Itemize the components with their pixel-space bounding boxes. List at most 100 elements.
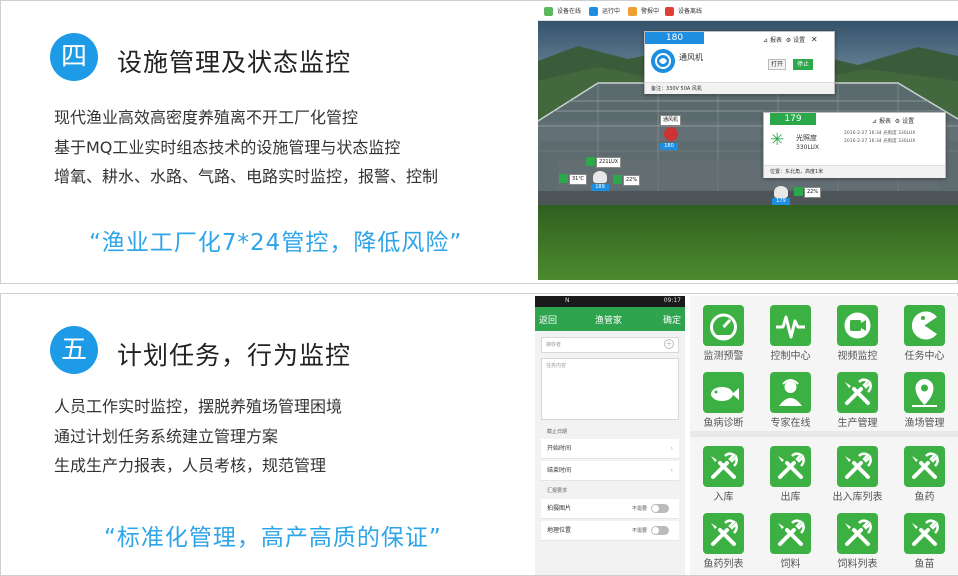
gear-icon[interactable]: ⚙ <box>895 118 900 125</box>
grid-tile[interactable]: 视频监控 <box>824 296 891 363</box>
tools-icon <box>837 372 878 413</box>
photo-toggle[interactable] <box>651 504 669 513</box>
grid-tile-label: 鱼病诊断 <box>703 418 744 429</box>
thermometer-icon <box>559 174 568 183</box>
sensor-chip: 179 <box>772 198 790 205</box>
water-drop-icon <box>613 175 622 184</box>
section-number-badge: 五 <box>50 326 98 374</box>
grid-tile[interactable]: 监测预警 <box>690 296 757 363</box>
section-title: 计划任务，行为监控 <box>117 341 352 370</box>
lux-icon <box>586 157 595 166</box>
grid-tile[interactable]: 控制中心 <box>757 296 824 363</box>
bullet-list: 现代渔业高效高密度养殖离不开工厂化管控 基于MQ工业实时组态技术的设施管理与状态… <box>54 103 438 192</box>
section-title: 设施管理及状态监控 <box>117 48 352 77</box>
humidity-tag[interactable]: 22% <box>623 175 641 186</box>
log-line: 2016-2-27 16:34 光照度 330LUX <box>844 139 916 144</box>
bullet-list: 人员工作实时监控，摆脱养殖场管理困境 通过计划任务系统建立管理方案 生成生产力报… <box>54 392 342 481</box>
content-textarea[interactable]: 任务内容 <box>541 358 679 420</box>
bullet-item: 增氧、耕水、水路、气路、电路实时监控，报警、控制 <box>54 167 439 186</box>
grid-tile-label: 生产管理 <box>837 418 878 429</box>
grid-tile[interactable]: 渔场管理 <box>891 363 958 430</box>
greenhouse-3d-view[interactable]: 设备在线 运行中 警报中 设备离线 180 通风机 ⊿ 报表 ⚙ 设置 ✕ 打开… <box>538 1 958 280</box>
section-label-date: 截止日期 <box>547 429 568 435</box>
grid-tile[interactable]: 鱼药 <box>891 437 958 504</box>
grid-tile-label: 出入库列表 <box>832 492 883 503</box>
receiver-input[interactable]: 接收者 + <box>541 337 679 353</box>
light-value: 330LUX <box>796 144 819 151</box>
fan-chip: 180 <box>660 143 678 150</box>
tools-icon <box>703 446 744 487</box>
report-link[interactable]: 报表 <box>879 118 891 125</box>
grid-tile[interactable]: 鱼药列表 <box>690 504 757 571</box>
report-link[interactable]: 报表 <box>770 37 782 44</box>
slogan: “标准化管理，高产高质的保证” <box>104 525 442 551</box>
grid-tile[interactable]: 生产管理 <box>824 363 891 430</box>
grid-tile[interactable]: 鱼病诊断 <box>690 363 757 430</box>
bullet-item: 现代渔业高效高密度养殖离不开工厂化管控 <box>54 108 359 127</box>
bullet-item: 人员工作实时监控，摆脱养殖场管理困境 <box>54 397 343 416</box>
fan-name: 通风机 <box>679 53 703 62</box>
function-grid: 监测预警 控制中心 视频监控 任务中心鱼病诊断 专家在线 生产管理 渔场管理入库 出库 出入库列… <box>690 296 958 575</box>
content-placeholder: 任务内容 <box>546 363 567 369</box>
grid-tile[interactable]: 饲料 <box>757 504 824 571</box>
open-button[interactable]: 打开 <box>768 59 786 70</box>
gear-icon[interactable]: ⚙ <box>786 37 791 44</box>
grid-tile[interactable]: 专家在线 <box>757 363 824 430</box>
status-bar: N 09:17 <box>535 296 685 307</box>
grid-tile[interactable]: 入库 <box>690 437 757 504</box>
settings-link[interactable]: 设置 <box>902 118 914 125</box>
light-name: 光照度 <box>796 134 817 142</box>
light-tools: ⊿ 报表 ⚙ 设置 <box>872 116 914 125</box>
fan-icon <box>651 49 675 73</box>
section-facility-monitoring: 四 设施管理及状态监控 现代渔业高效高密度养殖离不开工厂化管控 基于MQ工业实时… <box>0 0 958 284</box>
start-time-label: 开始时间 <box>547 445 572 452</box>
grid-tile-label: 入库 <box>713 492 734 503</box>
grid-tile[interactable]: 任务中心 <box>891 296 958 363</box>
settings-link[interactable]: 设置 <box>793 37 805 44</box>
photo-row[interactable]: 拍摄图片 不需要 <box>541 499 679 519</box>
legend-dot <box>628 7 637 16</box>
legend-dot <box>665 7 674 16</box>
chart-icon[interactable]: ⊿ <box>872 118 877 125</box>
temp-tag[interactable]: 31℃ <box>569 174 587 185</box>
end-time-row[interactable]: 结束时间 › <box>541 461 679 481</box>
video-camera-icon <box>837 305 878 346</box>
close-icon[interactable]: ✕ <box>811 35 818 44</box>
sensor-device-icon <box>774 186 788 198</box>
location-row[interactable]: 地理位置 不需要 <box>541 521 679 541</box>
phone-screen: N 09:17 返回 渔管家 确定 接收者 + 任务内容 截止日期 开始时间 ›… <box>535 296 685 575</box>
lux-tag[interactable]: 221LUX <box>596 157 622 168</box>
photo-toggle-label: 不需要 <box>631 506 647 512</box>
chart-icon[interactable]: ⊿ <box>763 37 768 44</box>
section-number-badge: 四 <box>50 33 98 81</box>
light-log: 2016-2-27 16:34 光照度 330LUX 2016-2-27 16:… <box>844 130 915 146</box>
fan-tag[interactable]: 通风机 <box>660 115 682 126</box>
bullet-item: 生成生产力报表，人员考核，规范管理 <box>54 456 327 475</box>
pulse-icon <box>770 305 811 346</box>
legend-online: 设备在线 <box>544 7 581 16</box>
section-label-requirements: 汇报要求 <box>547 488 568 494</box>
confirm-button[interactable]: 确定 <box>663 313 681 326</box>
back-button[interactable]: 返回 <box>539 313 557 326</box>
location-toggle[interactable] <box>651 526 669 535</box>
grid-tile-label: 任务中心 <box>904 351 945 362</box>
grid-tile-label: 饲料列表 <box>837 559 878 570</box>
fan-marker-icon[interactable] <box>664 127 678 141</box>
chevron-right-icon: › <box>670 467 673 474</box>
grid-tile-label: 出库 <box>780 492 801 503</box>
slogan: “渔业工厂化7*24管控，降低风险” <box>89 230 463 256</box>
light-location: 位置：东北角，高度1米 <box>764 165 945 178</box>
humidity-tag[interactable]: 22% <box>804 187 822 198</box>
grid-tile-label: 鱼苗 <box>914 559 935 570</box>
add-icon[interactable]: + <box>664 339 674 349</box>
status-legend: 设备在线 运行中 警报中 设备离线 <box>538 1 958 21</box>
grid-tile[interactable]: 出库 <box>757 437 824 504</box>
stop-button[interactable]: 停止 <box>793 59 813 70</box>
grid-tile[interactable]: 饲料列表 <box>824 504 891 571</box>
grid-tile[interactable]: 出入库列表 <box>824 437 891 504</box>
fan-popup: 180 通风机 ⊿ 报表 ⚙ 设置 ✕ 打开 停止 备注：330V 50A 风机 <box>644 31 835 94</box>
legend-label: 设备在线 <box>557 8 582 15</box>
grid-tile[interactable]: 鱼苗 <box>891 504 958 571</box>
start-time-row[interactable]: 开始时间 › <box>541 439 679 459</box>
pacman-icon <box>904 305 945 346</box>
